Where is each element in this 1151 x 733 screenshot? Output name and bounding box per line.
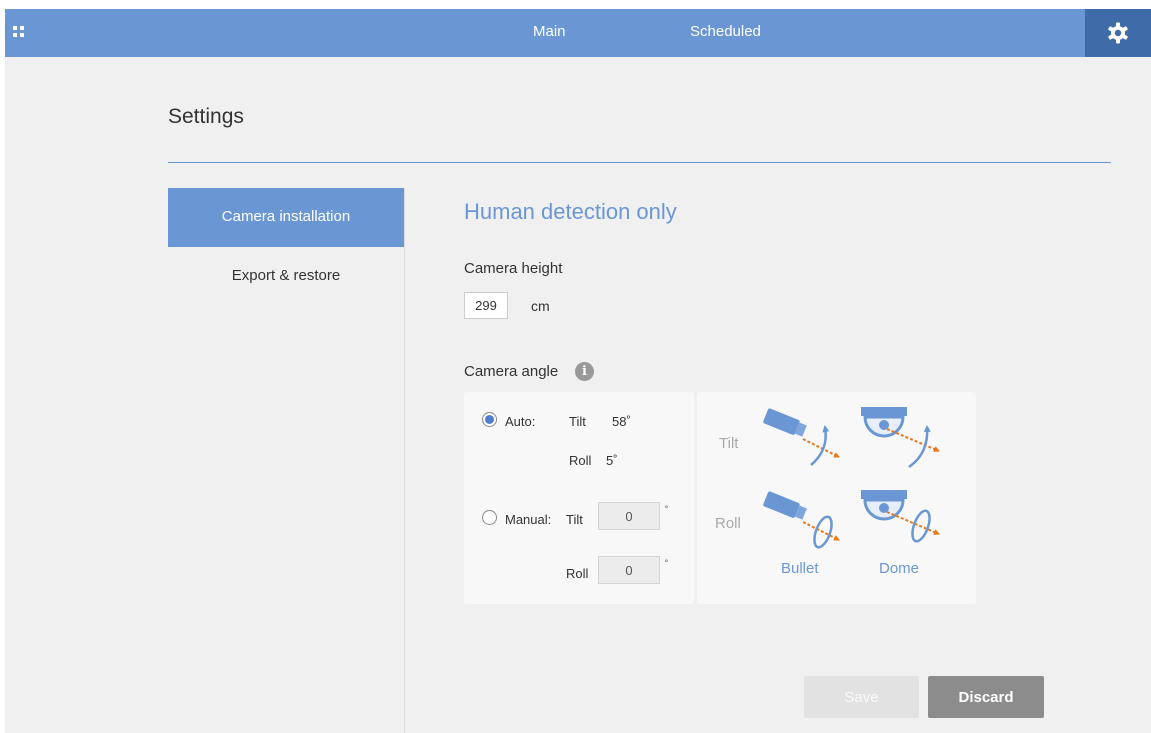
- manual-roll-label: Roll: [566, 566, 589, 581]
- manual-tilt-input[interactable]: [598, 502, 660, 530]
- manual-tilt-label: Tilt: [566, 512, 583, 527]
- camera-angle-label: Camera angle: [464, 363, 559, 380]
- auto-tilt-label: Tilt: [569, 414, 586, 429]
- grid-icon[interactable]: [13, 26, 25, 38]
- manual-label: Manual:: [505, 512, 552, 527]
- auto-roll-value: 5˚: [606, 453, 618, 468]
- section-title: Human detection only: [464, 199, 677, 224]
- camera-angle-panel: Auto: Tilt 58˚ Roll 5˚ Manual: Tilt ˚ Ro…: [464, 392, 694, 604]
- manual-tilt-degree: ˚: [665, 506, 669, 517]
- auto-radio[interactable]: [482, 412, 497, 427]
- camera-height-label: Camera height: [464, 260, 563, 277]
- gear-icon: [1108, 22, 1128, 44]
- tab-main[interactable]: Main: [533, 9, 566, 57]
- app-window: Main Scheduled Settings Camera installat…: [5, 9, 1151, 733]
- save-button[interactable]: Save: [804, 676, 919, 718]
- legend-caption-dome: Dome: [879, 560, 920, 577]
- manual-roll-input[interactable]: [598, 556, 660, 584]
- sidebar-item-camera-installation[interactable]: Camera installation: [168, 188, 404, 247]
- camera-height-unit: cm: [531, 298, 550, 314]
- legend-tilt-label: Tilt: [719, 435, 739, 452]
- manual-radio[interactable]: [482, 510, 497, 525]
- auto-tilt-value: 58˚: [612, 414, 631, 429]
- settings-button[interactable]: [1085, 9, 1151, 57]
- page-title: Settings: [168, 105, 244, 128]
- legend-caption-bullet: Bullet: [781, 560, 819, 577]
- bullet-roll-icon: [763, 491, 840, 549]
- manual-roll-degree: ˚: [665, 560, 669, 571]
- discard-button[interactable]: Discard: [928, 676, 1044, 718]
- dome-tilt-icon: [861, 407, 940, 469]
- sidebar-item-export-restore[interactable]: Export & restore: [168, 247, 404, 306]
- tab-scheduled[interactable]: Scheduled: [690, 9, 761, 57]
- dome-roll-icon: [861, 490, 940, 543]
- info-icon[interactable]: i: [575, 362, 594, 381]
- bullet-tilt-icon: [763, 408, 840, 466]
- legend-roll-label: Roll: [715, 515, 741, 532]
- title-divider: [168, 162, 1111, 163]
- top-navigation-bar: Main Scheduled: [5, 9, 1151, 57]
- camera-type-legend: Tilt Roll Bullet Dome: [697, 392, 976, 604]
- auto-label: Auto:: [505, 414, 536, 429]
- sidebar-divider: [404, 188, 405, 733]
- auto-roll-label: Roll: [569, 453, 592, 468]
- camera-height-input[interactable]: [464, 292, 508, 319]
